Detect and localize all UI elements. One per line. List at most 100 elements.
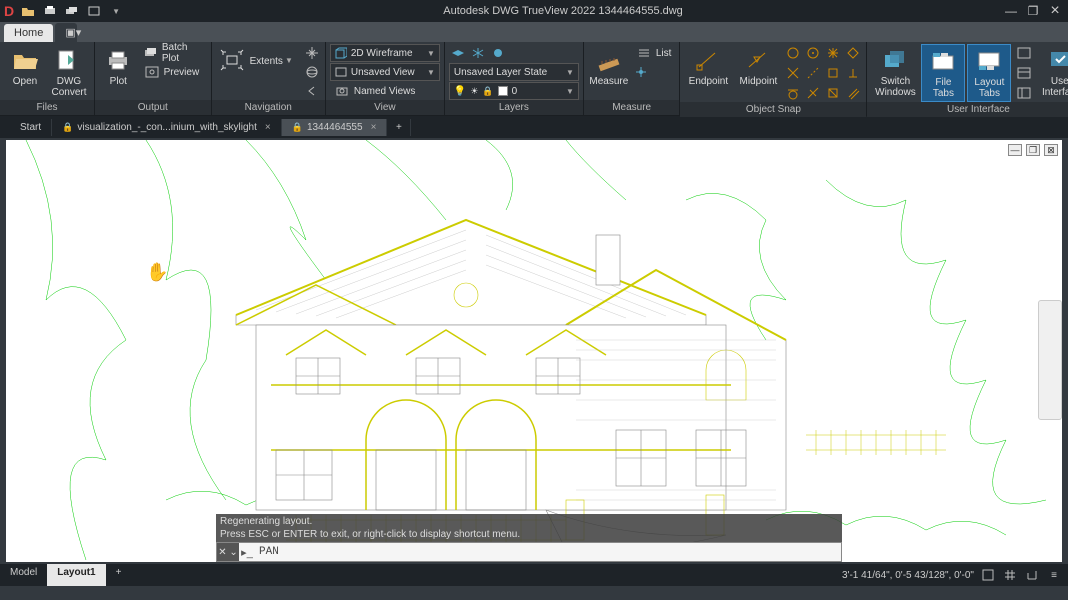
open-icon[interactable]	[20, 4, 36, 18]
intersection-snap-icon[interactable]	[784, 64, 802, 82]
start-tab[interactable]: Start	[10, 119, 52, 136]
switch-windows-button[interactable]: Switch Windows	[871, 44, 919, 100]
parallel-snap-icon[interactable]	[844, 84, 862, 102]
batch-plot-icon[interactable]	[64, 4, 80, 18]
layer-isolate-icon[interactable]	[449, 44, 467, 62]
active-doc-tab[interactable]: 🔒1344464555×	[282, 119, 388, 136]
switch-windows-icon	[881, 46, 909, 74]
plot-icon[interactable]	[42, 4, 58, 18]
endpoint-button[interactable]: Endpoint	[684, 44, 732, 89]
layer-dropdown[interactable]: 💡 ☀ 🔒 0 ▼	[449, 82, 579, 100]
model-tab[interactable]: Model	[0, 564, 47, 586]
list-label: List	[656, 48, 672, 59]
midpoint-icon	[744, 46, 772, 74]
dwg-convert-icon	[55, 46, 83, 74]
center-snap-icon[interactable]	[784, 44, 802, 62]
layout1-tab[interactable]: Layout1	[47, 564, 105, 586]
command-history: Regenerating layout. Press ESC or ENTER …	[216, 514, 842, 542]
command-handle-icon[interactable]: ✕ ⌄	[217, 543, 239, 561]
visual-style-dropdown[interactable]: 2D Wireframe ▼	[330, 44, 440, 62]
open-button[interactable]: Open	[4, 44, 46, 89]
named-view-dropdown[interactable]: Unsaved View ▼	[330, 63, 440, 81]
tangent-snap-icon[interactable]	[784, 84, 802, 102]
files-panel: Open DWG Convert Files	[0, 42, 95, 115]
chevron-down-icon: ▼	[427, 68, 435, 77]
new-tab-button[interactable]: +	[387, 119, 411, 136]
navigation-bar[interactable]	[1038, 300, 1062, 420]
list-icon	[636, 46, 652, 60]
close-icon[interactable]: ×	[371, 122, 377, 133]
id-point-icon[interactable]	[632, 63, 650, 81]
command-input-text[interactable]: PAN	[255, 546, 279, 558]
named-views-button[interactable]: Named Views	[330, 82, 440, 100]
drawing-canvas[interactable]: — ❐ ⊠ ✋	[6, 140, 1062, 562]
nearest-snap-icon[interactable]	[804, 84, 822, 102]
extension-snap-icon[interactable]	[804, 64, 822, 82]
wireframe-icon	[335, 47, 347, 59]
pan-icon[interactable]	[303, 44, 321, 62]
layout-tabs-button[interactable]: Layout Tabs	[967, 44, 1011, 102]
visualization-tab[interactable]: 🔒visualization_-_con...inium_with_skylig…	[52, 119, 282, 136]
lock-icon: 🔒	[62, 122, 73, 133]
layer-freeze-icon[interactable]	[469, 44, 487, 62]
close-button[interactable]: ×	[1046, 3, 1064, 19]
orbit-icon[interactable]	[303, 63, 321, 81]
status-units-icon[interactable]	[1024, 567, 1040, 583]
insertion-snap-icon[interactable]	[824, 64, 842, 82]
cmd-history-line-2: Press ESC or ENTER to exit, or right-cli…	[220, 528, 838, 541]
status-grid-icon[interactable]	[1002, 567, 1018, 583]
user-interface-button[interactable]: User Interface	[1037, 44, 1068, 100]
layer-state-dropdown[interactable]: Unsaved Layer State ▼	[449, 63, 579, 81]
measure-button[interactable]: Measure	[588, 44, 630, 89]
navigation-panel: Extents ▼ Navigation	[212, 42, 326, 115]
file-tabs-button[interactable]: File Tabs	[921, 44, 965, 102]
output-panel-label: Output	[95, 100, 211, 115]
midpoint-button[interactable]: Midpoint	[734, 44, 782, 89]
endpoint-icon	[694, 46, 722, 74]
canvas-restore-icon[interactable]: ❐	[1026, 144, 1040, 156]
apparent-intersection-icon[interactable]	[824, 84, 842, 102]
list-button[interactable]: List	[632, 44, 676, 62]
canvas-minimize-icon[interactable]: —	[1008, 144, 1022, 156]
dwg-convert-button[interactable]: DWG Convert	[48, 44, 90, 100]
chevron-down-icon: ▼	[285, 56, 293, 65]
midpoint-label: Midpoint	[740, 76, 778, 87]
pan-cursor-icon: ✋	[146, 262, 168, 283]
preview-icon[interactable]	[86, 4, 102, 18]
maximize-button[interactable]: ❐	[1024, 3, 1042, 19]
view-panel-label: View	[326, 100, 444, 115]
status-paper-icon[interactable]	[980, 567, 996, 583]
lock-icon: 🔒	[292, 122, 303, 133]
preview-button[interactable]: Preview	[140, 63, 207, 81]
perpendicular-snap-icon[interactable]	[844, 64, 862, 82]
ribbon-options-icon[interactable]: ▣▾	[55, 23, 77, 42]
user-interface-panel-label: User Interface	[867, 102, 1068, 117]
plot-button[interactable]: Plot	[99, 44, 138, 89]
window-controls: — ❐ ×	[1002, 3, 1064, 19]
printer-icon	[104, 46, 132, 74]
close-icon[interactable]: ×	[265, 122, 271, 133]
qat-dropdown-icon[interactable]: ▼	[108, 4, 124, 18]
batch-plot-button[interactable]: Batch Plot	[140, 44, 207, 62]
command-line[interactable]: ✕ ⌄ ▸_ PAN	[216, 542, 842, 562]
zoom-back-icon[interactable]	[303, 82, 321, 100]
ui-toggle-1-icon[interactable]	[1015, 44, 1033, 62]
file-tabs-icon	[929, 47, 957, 75]
extents-icon	[218, 46, 246, 74]
status-right: 3'-1 41/64", 0'-5 43/128", 0'-0" ≡	[842, 567, 1068, 583]
geometric-center-icon[interactable]	[804, 44, 822, 62]
endpoint-label: Endpoint	[689, 76, 728, 87]
add-layout-button[interactable]: +	[106, 564, 126, 586]
node-snap-icon[interactable]	[824, 44, 842, 62]
extents-button[interactable]: Extents ▼	[216, 44, 295, 76]
home-tab[interactable]: Home	[4, 24, 53, 42]
ui-toggle-3-icon[interactable]	[1015, 84, 1033, 102]
ui-toggle-2-icon[interactable]	[1015, 64, 1033, 82]
quadrant-snap-icon[interactable]	[844, 44, 862, 62]
measure-panel-label: Measure	[584, 100, 680, 115]
minimize-button[interactable]: —	[1002, 3, 1020, 19]
layer-off-icon[interactable]	[489, 44, 507, 62]
canvas-close-icon[interactable]: ⊠	[1044, 144, 1058, 156]
open-label: Open	[13, 76, 37, 87]
status-customize-icon[interactable]: ≡	[1046, 567, 1062, 583]
